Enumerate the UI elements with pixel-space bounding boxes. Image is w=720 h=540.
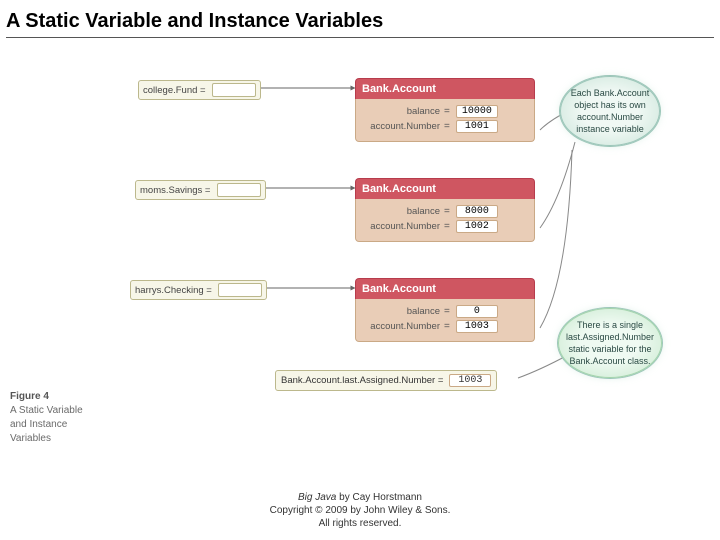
divider xyxy=(6,37,714,38)
figure-caption: Figure 4 A Static Variable and Instance … xyxy=(10,390,150,446)
callout-instance: Each Bank.Account object has its own acc… xyxy=(560,76,660,146)
copyright: Copyright © 2009 by John Wiley & Sons. xyxy=(0,504,720,517)
ref-slot xyxy=(217,183,261,197)
figure-caption-line: Variables xyxy=(10,432,150,446)
balance-value: 10000 xyxy=(456,105,498,118)
static-variable-box: Bank.Account.last.Assigned.Number = 1003 xyxy=(275,370,497,391)
varlabel: harrys.Checking = xyxy=(135,285,212,296)
bankaccount-object-2: Bank.Account balance = 8000 account.Numb… xyxy=(355,178,535,242)
balance-value: 8000 xyxy=(456,205,498,218)
callout-ellipse: Each Bank.Account object has its own acc… xyxy=(560,76,660,146)
balance-value: 0 xyxy=(456,305,498,318)
eq: = xyxy=(444,321,450,332)
class-name: Bank.Account xyxy=(355,178,535,199)
bankaccount-object-1: Bank.Account balance = 10000 account.Num… xyxy=(355,78,535,142)
eq: = xyxy=(444,206,450,217)
figure-number: Figure 4 xyxy=(10,390,150,404)
accountnumber-value: 1001 xyxy=(456,120,498,133)
accountnumber-value: 1002 xyxy=(456,220,498,233)
book-title: Big Java xyxy=(298,492,336,503)
field-account-label: account.Number xyxy=(362,221,440,232)
eq: = xyxy=(444,306,450,317)
field-balance-label: balance xyxy=(362,106,440,117)
author: by Cay Horstmann xyxy=(336,492,422,503)
accountnumber-value: 1003 xyxy=(456,320,498,333)
figure-caption-line: A Static Variable xyxy=(10,404,150,418)
static-var-label: Bank.Account.last.Assigned.Number = xyxy=(281,375,443,386)
ref-slot xyxy=(218,283,262,297)
class-name: Bank.Account xyxy=(355,78,535,99)
field-account-label: account.Number xyxy=(362,121,440,132)
field-balance-label: balance xyxy=(362,306,440,317)
eq: = xyxy=(444,106,450,117)
figure-caption-line: and Instance xyxy=(10,418,150,432)
footer: Big Java by Cay Horstmann Copyright © 20… xyxy=(0,491,720,530)
ref-collegefund: college.Fund = xyxy=(138,80,261,100)
varlabel: moms.Savings = xyxy=(140,185,211,196)
bankaccount-object-3: Bank.Account balance = 0 account.Number … xyxy=(355,278,535,342)
eq: = xyxy=(444,121,450,132)
varlabel: college.Fund = xyxy=(143,85,206,96)
static-var-value: 1003 xyxy=(449,374,491,387)
diagram: college.Fund = moms.Savings = harrys.Che… xyxy=(90,60,660,470)
page-title: A Static Variable and Instance Variables xyxy=(0,0,720,33)
callout-text: There is a single last.Assigned.Number s… xyxy=(566,320,654,366)
rights: All rights reserved. xyxy=(0,517,720,530)
field-balance-label: balance xyxy=(362,206,440,217)
class-name: Bank.Account xyxy=(355,278,535,299)
eq: = xyxy=(444,221,450,232)
ref-momssavings: moms.Savings = xyxy=(135,180,266,200)
callout-ellipse: There is a single last.Assigned.Number s… xyxy=(558,308,662,378)
ref-harryschecking: harrys.Checking = xyxy=(130,280,267,300)
ref-slot xyxy=(212,83,256,97)
callout-text: Each Bank.Account object has its own acc… xyxy=(571,88,650,134)
field-account-label: account.Number xyxy=(362,321,440,332)
callout-static: There is a single last.Assigned.Number s… xyxy=(558,308,662,378)
